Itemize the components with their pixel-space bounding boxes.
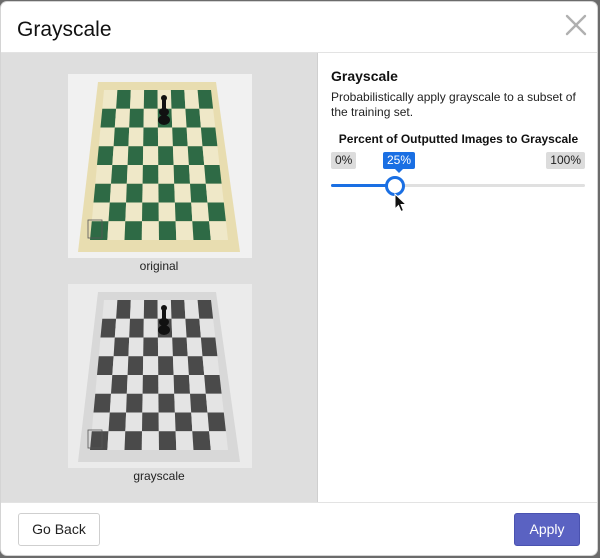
settings-title: Grayscale <box>331 68 398 84</box>
preview-pane: original grayscale <box>1 53 318 502</box>
grayscale-caption: grayscale <box>133 469 185 483</box>
original-preview-image <box>68 74 252 258</box>
apply-button[interactable]: Apply <box>514 513 580 546</box>
modal-title: Grayscale <box>17 18 112 41</box>
slider-label: Percent of Outputted Images to Grayscale <box>338 132 579 146</box>
slider-max-label: 100% <box>546 152 585 169</box>
modal-body: original grayscale Grayscale Probabilist… <box>1 52 597 503</box>
modal-footer: Go Back Apply <box>1 502 597 555</box>
slider-min-label: 0% <box>331 152 357 169</box>
close-icon <box>565 14 587 36</box>
settings-description: Probabilistically apply grayscale to a s… <box>331 90 576 119</box>
close-button[interactable] <box>563 12 589 38</box>
slider-value-badge: 25% <box>383 152 416 173</box>
mouse-cursor-icon <box>394 193 408 213</box>
grayscale-preview-image <box>68 284 252 468</box>
settings-pane: Grayscale Probabilistically apply graysc… <box>318 53 597 502</box>
grayscale-percent-slider[interactable] <box>331 176 585 196</box>
grayscale-modal: Grayscale original grayscale Grayscale P… <box>1 2 597 555</box>
modal-header: Grayscale <box>1 2 597 52</box>
original-caption: original <box>139 259 179 273</box>
go-back-button[interactable]: Go Back <box>18 513 100 546</box>
